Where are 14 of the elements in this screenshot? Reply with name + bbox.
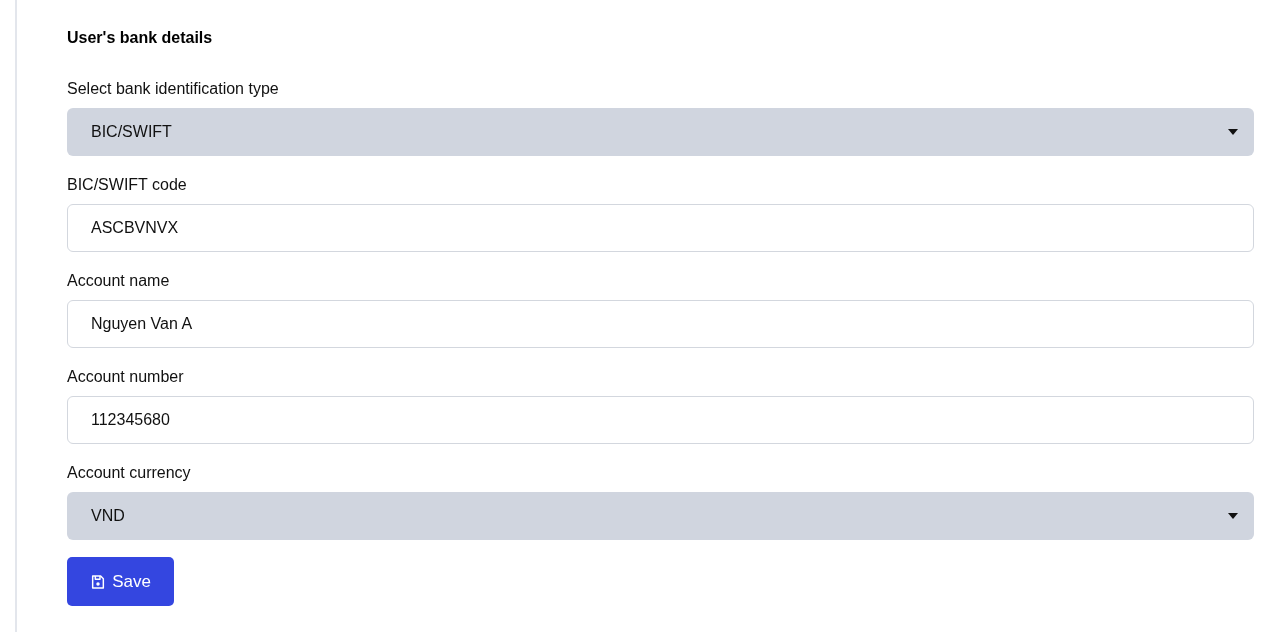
field-label: BIC/SWIFT code	[67, 175, 188, 195]
dropdown-field[interactable]: BIC/SWIFT	[67, 108, 1254, 156]
input-field[interactable]: 112345680	[67, 396, 1254, 444]
field-label: Account number	[67, 367, 185, 387]
field-label: Select bank identification type	[67, 79, 280, 99]
section-heading: User's bank details	[67, 28, 214, 48]
input-field[interactable]: Nguyen Van A	[67, 300, 1254, 348]
field-label: Account name	[67, 271, 171, 291]
caret-icon	[1228, 129, 1238, 135]
caret-icon	[1228, 513, 1238, 519]
input-field[interactable]: ASCBVNVX	[67, 204, 1254, 252]
save-button[interactable]: Save	[67, 557, 174, 606]
field-label: Account currency	[67, 463, 192, 483]
dropdown-field[interactable]: VND	[67, 492, 1254, 540]
